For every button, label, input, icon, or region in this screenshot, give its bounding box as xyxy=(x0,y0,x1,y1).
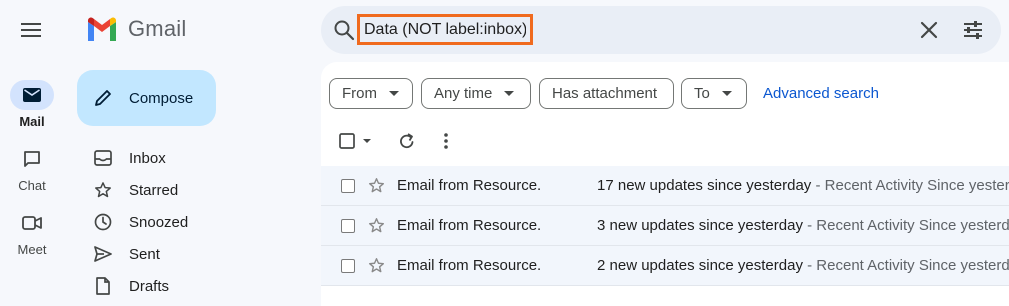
logo-text: Gmail xyxy=(128,16,187,41)
email-snippet: - Recent Activity Since yesterday xyxy=(802,257,1009,274)
row-checkbox[interactable] xyxy=(341,219,355,233)
refresh-button[interactable] xyxy=(399,132,415,150)
close-icon xyxy=(920,21,938,39)
main-menu-button[interactable] xyxy=(16,15,46,45)
chevron-down-icon xyxy=(504,90,515,96)
nav-item-inbox[interactable]: Inbox xyxy=(77,143,312,173)
refresh-icon xyxy=(400,133,414,149)
star-icon xyxy=(95,182,111,198)
nav-label-starred: Starred xyxy=(129,181,179,199)
email-summary: 2 new updates since yesterday - Recent A… xyxy=(597,257,1009,274)
row-checkbox[interactable] xyxy=(341,179,355,193)
email-row[interactable]: Email from Resource. 17 new updates sinc… xyxy=(321,166,1009,206)
search-input[interactable] xyxy=(357,14,533,45)
rail-label-meet: Meet xyxy=(17,242,47,257)
email-row[interactable]: Email from Resource. 2 new updates since… xyxy=(321,246,1009,286)
filter-time-label: Any time xyxy=(434,85,493,102)
pencil-icon xyxy=(95,90,111,106)
compose-label: Compose xyxy=(129,89,194,107)
email-sender: Email from Resource. xyxy=(397,257,542,274)
filter-time-chip[interactable]: Any time xyxy=(421,78,531,109)
star-icon xyxy=(368,218,385,233)
search-icon xyxy=(334,20,355,41)
send-icon xyxy=(94,246,112,262)
clock-icon xyxy=(94,213,112,231)
nav-label-snoozed: Snoozed xyxy=(129,213,189,231)
email-snippet: - Recent Activity Since yesterday xyxy=(815,177,1009,194)
gmail-m-icon xyxy=(88,17,116,41)
email-subject: 3 new updates since yesterday xyxy=(597,217,803,234)
email-subject: 17 new updates since yesterday xyxy=(597,177,812,194)
row-star-button[interactable] xyxy=(368,257,385,274)
filter-attachment-label: Has attachment xyxy=(552,85,658,102)
hamburger-icon xyxy=(21,23,41,37)
rail-item-chat[interactable]: Chat xyxy=(0,144,64,193)
chat-icon xyxy=(24,151,40,167)
search-button[interactable] xyxy=(333,19,355,41)
search-bar xyxy=(321,6,1001,54)
more-vert-icon xyxy=(444,133,448,149)
nav-label-sent: Sent xyxy=(129,245,160,263)
compose-button[interactable]: Compose xyxy=(77,70,216,126)
email-row[interactable]: Email from Resource. 3 new updates since… xyxy=(321,206,1009,246)
inbox-icon xyxy=(94,150,112,166)
rail-label-chat: Chat xyxy=(18,178,46,193)
clear-search-button[interactable] xyxy=(917,18,941,42)
email-subject: 2 new updates since yesterday xyxy=(597,257,803,274)
meet-icon xyxy=(22,216,42,230)
nav-item-sent[interactable]: Sent xyxy=(77,239,312,269)
email-sender: Email from Resource. xyxy=(397,217,542,234)
row-checkbox[interactable] xyxy=(341,259,355,273)
mail-icon xyxy=(23,88,41,102)
nav-item-drafts[interactable]: Drafts xyxy=(77,271,312,301)
rail-item-mail[interactable]: Mail xyxy=(0,80,64,129)
chevron-down-icon xyxy=(389,90,399,96)
filter-attachment-chip[interactable]: Has attachment xyxy=(539,78,674,109)
filter-to-label: To xyxy=(694,85,710,102)
nav-label-inbox: Inbox xyxy=(129,149,166,167)
tune-icon xyxy=(964,21,982,39)
more-options-button[interactable] xyxy=(443,132,449,150)
nav-label-drafts: Drafts xyxy=(129,277,170,295)
email-snippet: - Recent Activity Since yesterday xyxy=(802,217,1009,234)
chevron-down-icon xyxy=(721,90,732,96)
email-summary: 3 new updates since yesterday - Recent A… xyxy=(597,217,1009,234)
star-icon xyxy=(368,178,385,193)
filter-to-chip[interactable]: To xyxy=(681,78,747,109)
row-star-button[interactable] xyxy=(368,177,385,194)
filter-from-chip[interactable]: From xyxy=(329,78,413,109)
draft-icon xyxy=(96,277,110,295)
email-sender: Email from Resource. xyxy=(397,177,542,194)
advanced-search-link[interactable]: Advanced search xyxy=(763,85,879,102)
rail-label-mail: Mail xyxy=(19,114,45,129)
search-options-button[interactable] xyxy=(961,18,985,42)
rail-item-meet[interactable]: Meet xyxy=(0,208,64,257)
select-all-checkbox[interactable] xyxy=(339,132,373,150)
left-rail: Mail Chat Meet xyxy=(0,0,64,306)
gmail-logo[interactable]: Gmail xyxy=(86,16,186,42)
row-star-button[interactable] xyxy=(368,217,385,234)
checkbox-icon xyxy=(339,133,371,149)
filter-from-label: From xyxy=(342,85,377,102)
star-icon xyxy=(368,258,385,273)
main-panel: From Any time Has attachment To Advanced… xyxy=(321,62,1009,306)
nav-item-snoozed[interactable]: Snoozed xyxy=(77,207,312,237)
nav-item-starred[interactable]: Starred xyxy=(77,175,312,205)
email-summary: 17 new updates since yesterday - Recent … xyxy=(597,177,1009,194)
